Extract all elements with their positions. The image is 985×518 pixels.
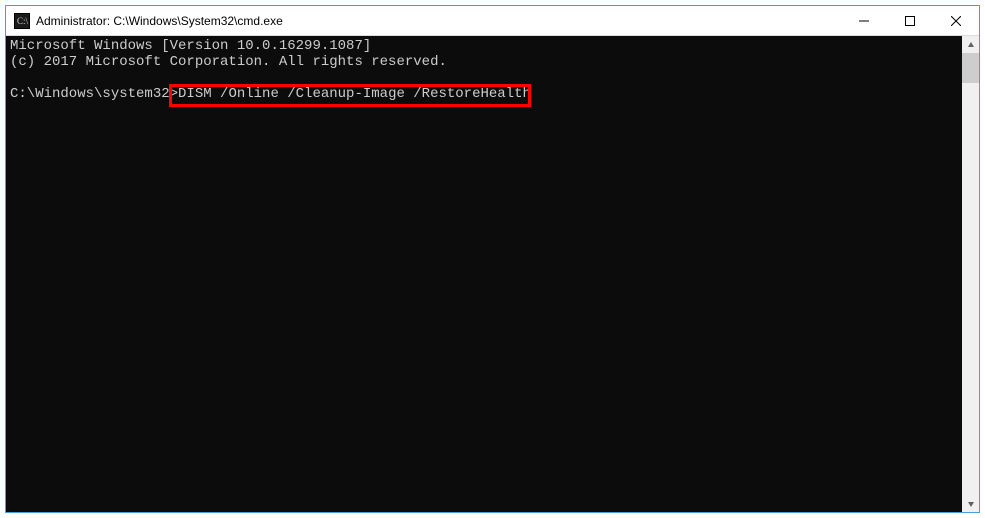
svg-text:C:\: C:\ — [17, 16, 29, 26]
maximize-button[interactable] — [887, 6, 933, 35]
window-controls — [841, 6, 979, 35]
version-line: Microsoft Windows [Version 10.0.16299.10… — [10, 38, 371, 54]
prompt: C:\Windows\system32> — [10, 86, 178, 102]
window-title: Administrator: C:\Windows\System32\cmd.e… — [36, 14, 841, 28]
vertical-scrollbar[interactable] — [962, 36, 979, 512]
command-input[interactable]: DISM /Online /Cleanup-Image /RestoreHeal… — [178, 86, 531, 102]
cmd-window: C:\ Administrator: C:\Windows\System32\c… — [5, 5, 980, 513]
scroll-down-button[interactable] — [962, 495, 979, 512]
client-area: Microsoft Windows [Version 10.0.16299.10… — [6, 36, 979, 512]
terminal-output[interactable]: Microsoft Windows [Version 10.0.16299.10… — [6, 36, 962, 512]
scroll-thumb[interactable] — [962, 53, 979, 83]
copyright-line: (c) 2017 Microsoft Corporation. All righ… — [10, 54, 447, 70]
scroll-up-button[interactable] — [962, 36, 979, 53]
minimize-button[interactable] — [841, 6, 887, 35]
close-button[interactable] — [933, 6, 979, 35]
titlebar[interactable]: C:\ Administrator: C:\Windows\System32\c… — [6, 6, 979, 36]
cmd-icon: C:\ — [14, 13, 30, 29]
